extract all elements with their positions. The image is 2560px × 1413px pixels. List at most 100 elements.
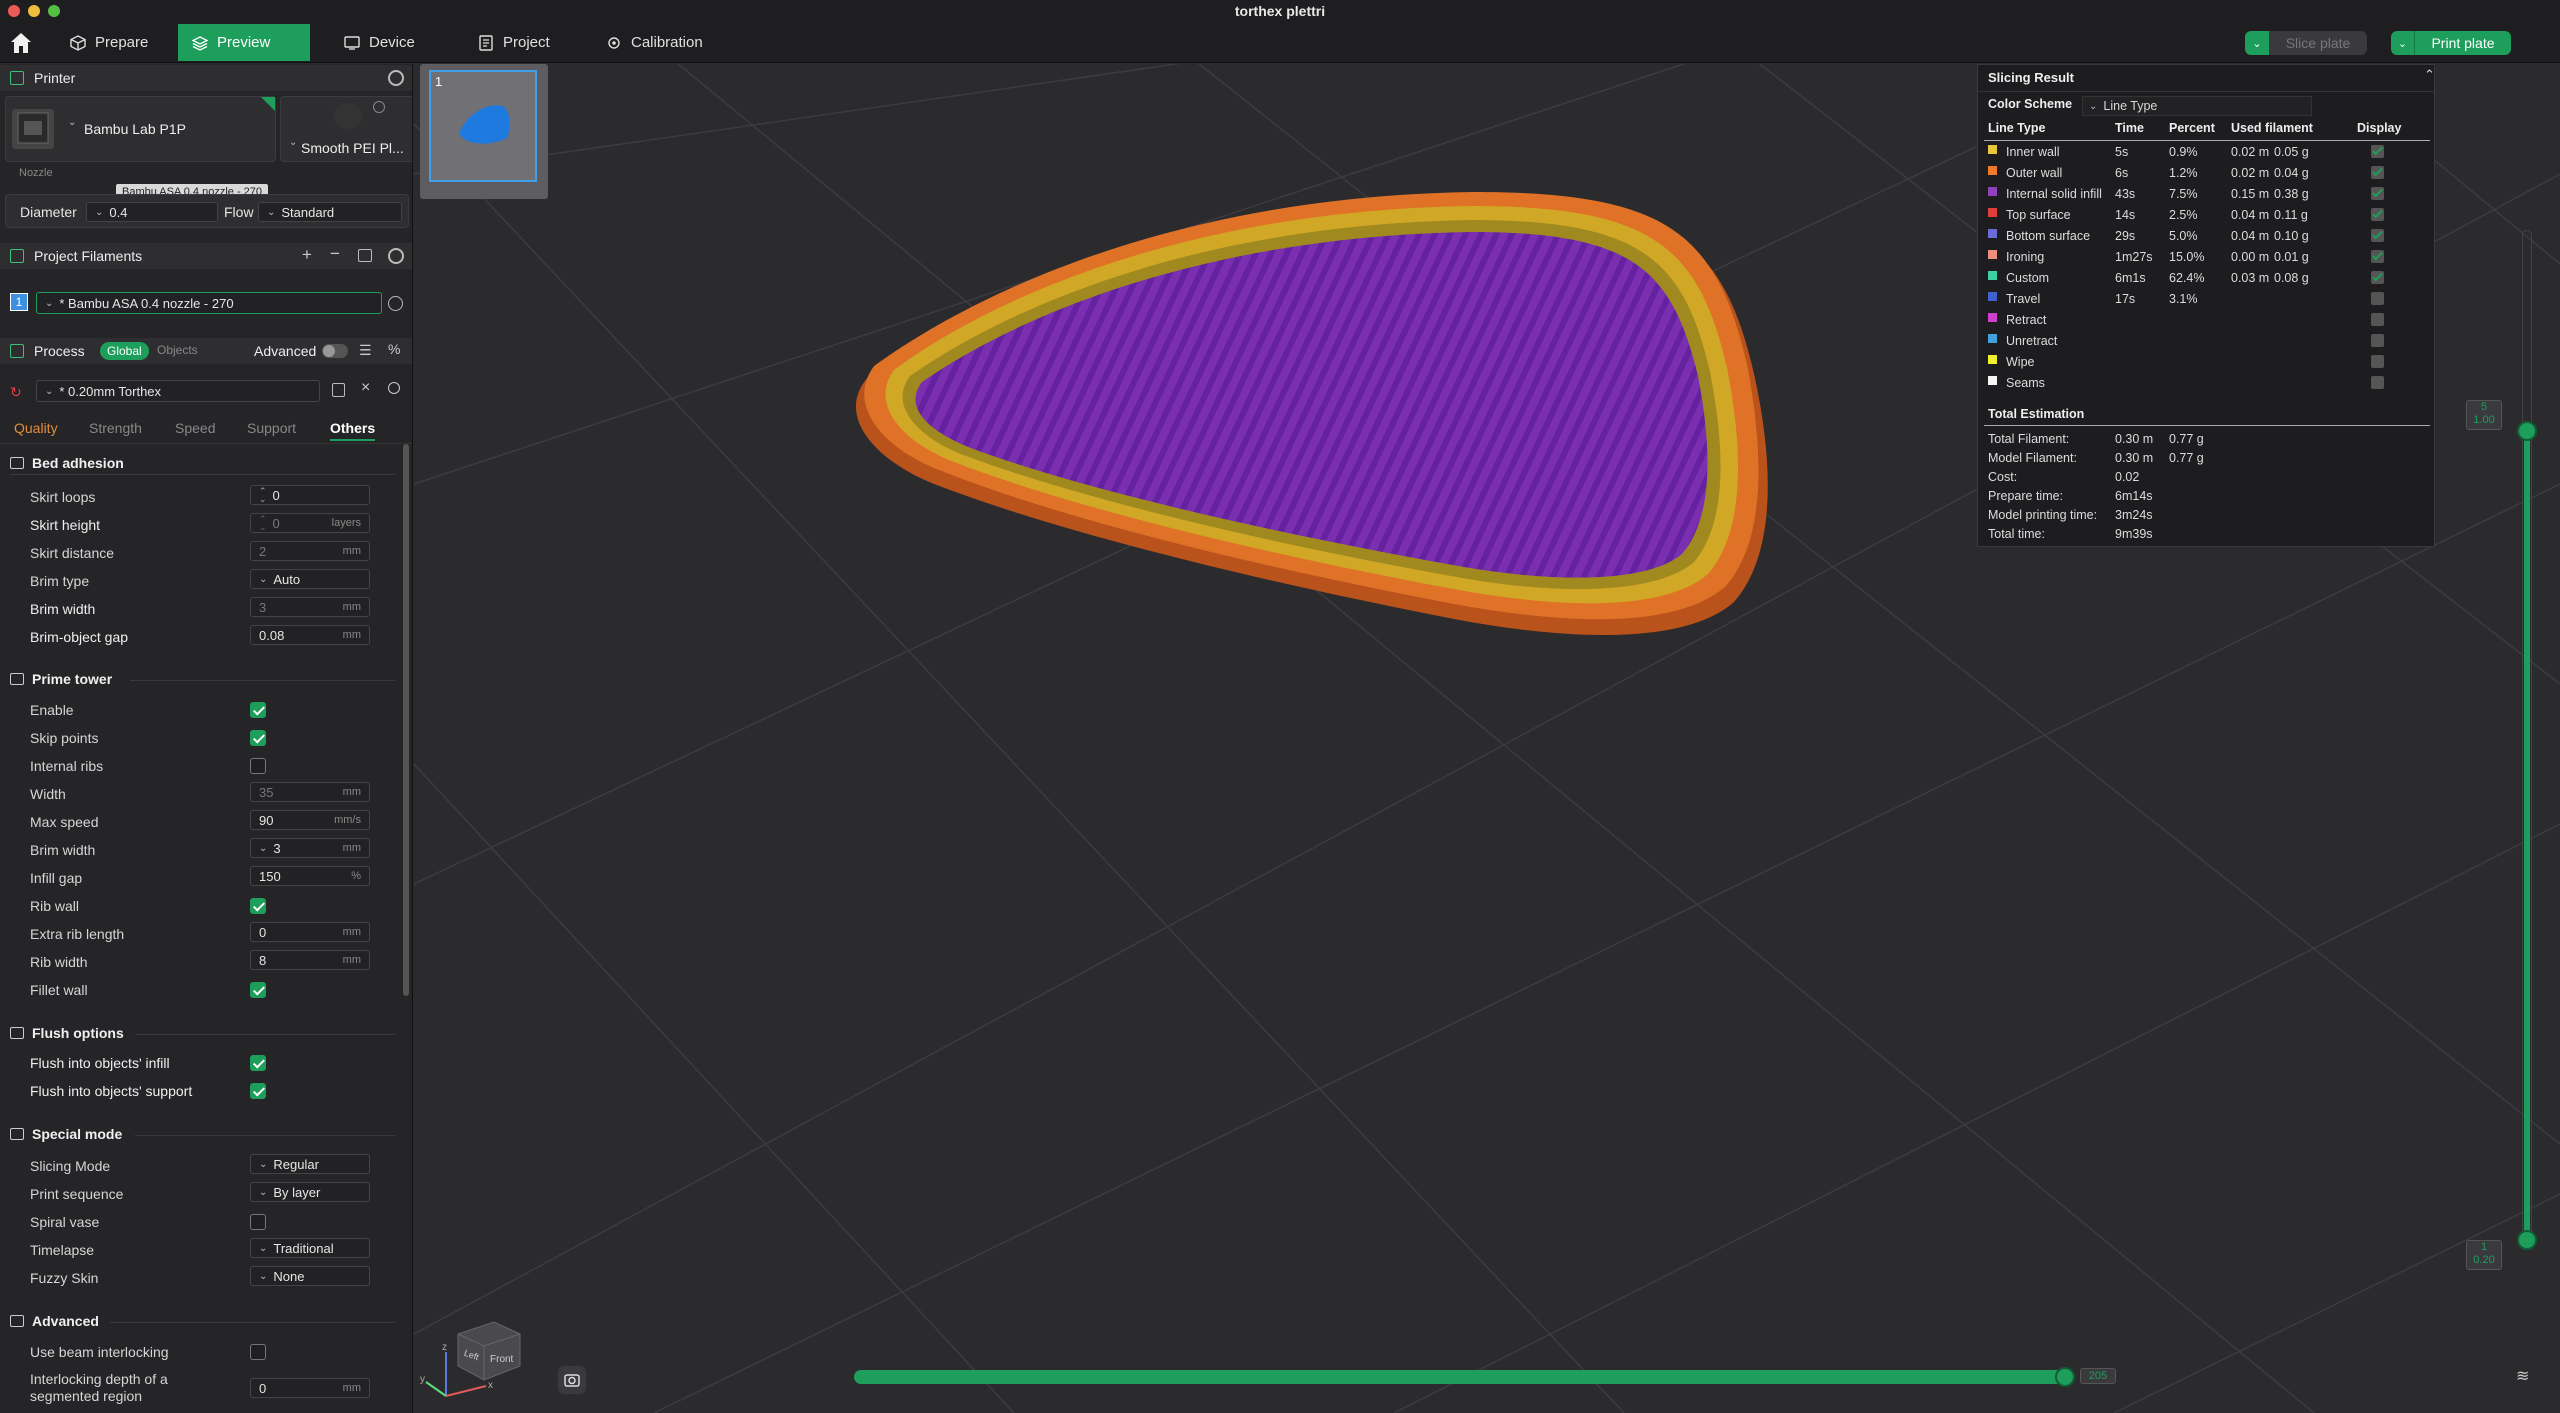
remove-circle-icon[interactable] — [388, 296, 403, 311]
tab-speed[interactable]: Speed — [175, 420, 215, 436]
plate-thumbnail[interactable]: 1 — [420, 64, 548, 199]
line-type-time: 17s — [2115, 292, 2136, 306]
interlocking-depth-input[interactable]: 0 mm — [250, 1378, 370, 1398]
display-checkbox[interactable] — [2371, 271, 2384, 284]
infill-gap-input[interactable]: 150% — [250, 866, 370, 886]
tab-prepare[interactable]: Prepare — [56, 24, 162, 61]
fuzzy-skin-select[interactable]: ⌄ None — [250, 1266, 370, 1286]
tab-calibration[interactable]: Calibration — [592, 24, 717, 61]
brim-width-input[interactable]: 3 mm — [250, 597, 370, 617]
skip-points-checkbox[interactable] — [250, 730, 266, 746]
compare-icon[interactable]: % — [388, 341, 400, 357]
tab-support[interactable]: Support — [247, 420, 296, 436]
display-checkbox[interactable] — [2371, 376, 2384, 389]
color-scheme-select[interactable]: ⌄ Line Type — [2082, 96, 2312, 116]
printer-section-header[interactable]: Printer — [0, 65, 412, 91]
remove-filament-icon[interactable]: − — [330, 244, 340, 264]
camera-icon[interactable] — [558, 1366, 586, 1394]
plate-type-selector[interactable]: ⌄ Smooth PEI Pl... — [280, 96, 412, 162]
filaments-section-header[interactable]: Project Filaments + − — [0, 243, 412, 269]
brim-type-select[interactable]: ⌄ Auto — [250, 569, 370, 589]
advanced-toggle[interactable] — [322, 344, 348, 358]
display-checkbox[interactable] — [2371, 292, 2384, 305]
slicing-mode-select[interactable]: ⌄ Regular — [250, 1154, 370, 1174]
tab-device[interactable]: Device — [330, 24, 429, 61]
beam-interlocking-checkbox[interactable] — [250, 1344, 266, 1360]
layer-slider-top-handle[interactable] — [2517, 421, 2537, 441]
collapse-icon[interactable]: ⌃ — [2424, 67, 2435, 83]
brim-gap-input[interactable]: 0.08 mm — [250, 625, 370, 645]
line-type-weight: 0.01 g — [2274, 250, 2309, 264]
tab-strength[interactable]: Strength — [89, 420, 142, 436]
save-icon[interactable] — [332, 383, 345, 397]
line-type-name: Unretract — [2006, 334, 2058, 348]
tab-project[interactable]: Project — [464, 24, 564, 61]
display-checkbox[interactable] — [2371, 145, 2384, 158]
objects-toggle[interactable]: Objects — [157, 343, 198, 357]
print-sequence-select[interactable]: ⌄ By layer — [250, 1182, 370, 1202]
sliced-model[interactable] — [855, 192, 1768, 636]
display-checkbox[interactable] — [2371, 250, 2384, 263]
tab-others[interactable]: Others — [330, 420, 376, 441]
global-toggle[interactable]: Global — [100, 342, 149, 360]
line-type-weight: 0.05 g — [2274, 145, 2309, 159]
list-icon[interactable]: ☰ — [359, 342, 372, 359]
printer-selector[interactable]: ⌄ Bambu Lab P1P — [5, 96, 276, 162]
display-checkbox[interactable] — [2371, 334, 2384, 347]
display-checkbox[interactable] — [2371, 355, 2384, 368]
line-type-time: 5s — [2115, 145, 2129, 159]
tab-preview[interactable]: Preview — [178, 24, 310, 61]
extra-rib-input[interactable]: 0 mm — [250, 922, 370, 942]
tower-width-input[interactable]: 35 mm — [250, 782, 370, 802]
rib-wall-checkbox[interactable] — [250, 898, 266, 914]
sync-filament-icon[interactable] — [358, 249, 372, 262]
display-checkbox[interactable] — [2371, 166, 2384, 179]
skirt-loops-input[interactable]: ⌃ ⌄ 0 — [250, 485, 370, 505]
line-type-percent: 15.0% — [2169, 250, 2205, 264]
timelapse-select[interactable]: ⌄ Traditional — [250, 1238, 370, 1258]
layers-icon[interactable]: ≋ — [2516, 1366, 2529, 1386]
chevron-down-icon[interactable]: ⌄ — [2245, 31, 2269, 55]
fillet-wall-checkbox[interactable] — [250, 982, 266, 998]
enable-checkbox[interactable] — [250, 702, 266, 718]
slice-plate-button[interactable]: ⌄ Slice plate — [2245, 31, 2367, 55]
search-icon[interactable] — [388, 382, 400, 394]
print-plate-button[interactable]: ⌄ Print plate — [2391, 31, 2511, 55]
gear-icon[interactable] — [388, 70, 404, 86]
gear-icon[interactable] — [388, 248, 404, 264]
flush-support-checkbox[interactable] — [250, 1083, 266, 1099]
display-checkbox[interactable] — [2371, 229, 2384, 242]
display-checkbox[interactable] — [2371, 208, 2384, 221]
filament-index-badge[interactable]: 1 — [10, 293, 28, 311]
close-icon[interactable]: × — [361, 379, 370, 397]
sidebar-scrollbar[interactable] — [403, 444, 409, 996]
flush-infill-checkbox[interactable] — [250, 1055, 266, 1071]
process-preset-select[interactable]: ⌄ * 0.20mm Torthex — [36, 380, 320, 402]
view-cube[interactable]: x y z Front Left — [420, 1304, 540, 1404]
brim-width-label: Brim width — [30, 601, 96, 617]
move-slider-handle[interactable] — [2055, 1367, 2075, 1387]
tower-brim-width-input[interactable]: ⌄ 3 mm — [250, 838, 370, 858]
rib-width-input[interactable]: 8 mm — [250, 950, 370, 970]
tab-quality[interactable]: Quality — [14, 420, 58, 436]
spiral-vase-checkbox[interactable] — [250, 1214, 266, 1230]
diameter-select[interactable]: ⌄ 0.4 — [86, 202, 218, 222]
layer-slider-bottom-handle[interactable] — [2517, 1230, 2537, 1250]
flow-select[interactable]: ⌄ Standard — [258, 202, 402, 222]
add-filament-icon[interactable]: + — [302, 245, 312, 265]
home-icon[interactable] — [8, 30, 34, 56]
move-slider-track[interactable] — [854, 1370, 2070, 1384]
tab-label: Preview — [217, 34, 271, 51]
display-checkbox[interactable] — [2371, 313, 2384, 326]
info-icon[interactable] — [373, 101, 385, 113]
filament-select[interactable]: ⌄ * Bambu ASA 0.4 nozzle - 270 — [36, 292, 382, 314]
line-type-name: Wipe — [2006, 355, 2035, 369]
chevron-down-icon[interactable]: ⌄ — [2391, 31, 2415, 55]
max-speed-input[interactable]: 90 mm/s — [250, 810, 370, 830]
skirt-height-input[interactable]: ⌃ ⌄ 0 layers — [250, 513, 370, 533]
reset-icon[interactable]: ↻ — [10, 384, 22, 401]
internal-ribs-checkbox[interactable] — [250, 758, 266, 774]
display-checkbox[interactable] — [2371, 187, 2384, 200]
skirt-distance-input[interactable]: 2 mm — [250, 541, 370, 561]
filament-icon — [10, 249, 24, 263]
